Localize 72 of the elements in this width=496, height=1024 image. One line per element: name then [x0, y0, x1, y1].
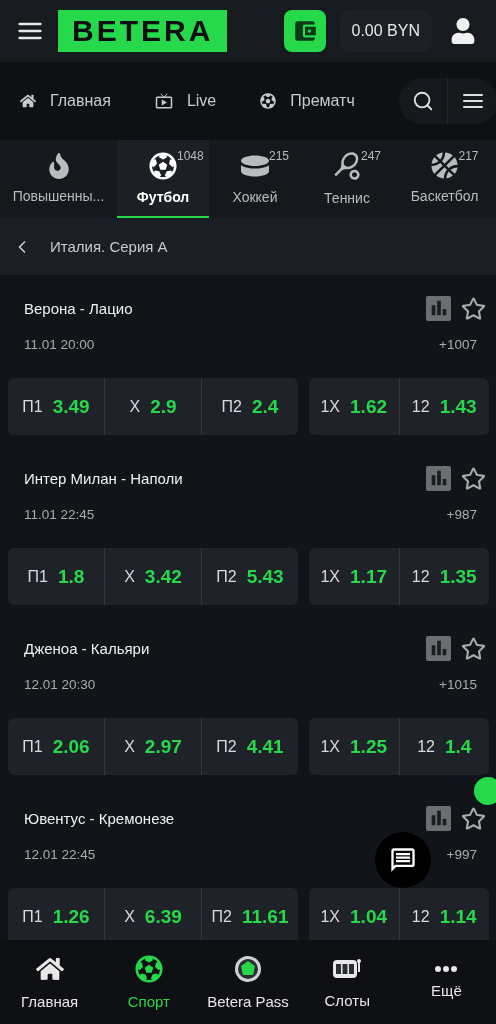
markets-count[interactable]: +1007 [439, 337, 477, 352]
nav-link[interactable]: Live [154, 92, 217, 110]
floating-button[interactable] [474, 777, 496, 805]
match-time: 11.01 22:45 [24, 507, 95, 522]
search-icon [411, 90, 434, 112]
star-button[interactable] [461, 465, 486, 491]
odds-button[interactable]: П2 5.43 [201, 548, 298, 605]
star-icon [461, 465, 486, 491]
tv-icon [154, 92, 173, 110]
odds-button[interactable]: X 2.97 [104, 718, 201, 775]
match-title[interactable]: Интер Милан - Наполи [24, 469, 183, 487]
home-icon [20, 93, 36, 109]
odds-button[interactable]: 1X 1.62 [309, 378, 399, 435]
match-time: 12.01 20:30 [24, 677, 96, 692]
statistics-button[interactable] [426, 465, 451, 491]
event-count: 215 [269, 149, 290, 163]
odds-button[interactable]: X 2.9 [104, 378, 201, 435]
user-icon [450, 18, 476, 44]
balance[interactable]: 0.00 BYN [339, 10, 432, 52]
bottom-nav-item[interactable]: Спорт [99, 954, 199, 1010]
sport-tab[interactable]: 217 Баскетбол [393, 140, 496, 218]
gem-icon [234, 954, 262, 983]
bottom-nav-item[interactable]: Ещё [396, 965, 496, 999]
chat-icon [389, 846, 417, 874]
match-title[interactable]: Дженоа - Кальяри [24, 639, 150, 657]
sport-tab[interactable]: 215 Хоккей [209, 140, 301, 218]
sport-tab[interactable]: Повышенны... [0, 140, 117, 218]
odds-button[interactable]: 12 1.4 [398, 718, 489, 775]
event-count: 1048 [177, 149, 204, 163]
odds-button[interactable]: П2 4.41 [201, 718, 298, 775]
odds-button[interactable]: 12 1.35 [398, 548, 489, 605]
odds-button[interactable]: X 3.42 [104, 548, 201, 605]
chat-button[interactable] [375, 832, 431, 888]
star-button[interactable] [461, 295, 486, 321]
odds-button[interactable]: 1X 1.17 [309, 548, 399, 605]
logo[interactable]: BETERA [58, 10, 228, 52]
odds-button[interactable]: П1 3.49 [8, 378, 104, 435]
star-icon [461, 635, 486, 661]
bottom-nav-item[interactable]: Главная [0, 954, 100, 1010]
bottom-nav-item[interactable]: Betera Pass [198, 954, 298, 1010]
match-title[interactable]: Верона - Лацио [24, 299, 133, 317]
wallet-button[interactable] [283, 10, 326, 52]
match-time: 12.01 22:45 [24, 847, 96, 862]
basketball-icon [431, 152, 458, 179]
nav-link[interactable]: Прематч [260, 92, 355, 110]
odds-button[interactable]: 12 1.43 [398, 378, 489, 435]
odds-button[interactable]: П2 2.4 [201, 378, 298, 435]
markets-count[interactable]: +987 [446, 507, 477, 522]
nav-link[interactable]: Главная [20, 92, 111, 110]
star-button[interactable] [461, 805, 486, 831]
statistics-button[interactable] [426, 805, 451, 831]
markets-count[interactable]: +997 [446, 847, 477, 862]
more-icon [435, 965, 458, 972]
statistics-button[interactable] [426, 635, 451, 661]
odds-button[interactable]: П1 2.06 [8, 718, 104, 775]
star-button[interactable] [461, 635, 486, 661]
event-count: 217 [458, 149, 479, 163]
odds-button[interactable]: П1 1.26 [8, 888, 104, 940]
star-icon [461, 805, 486, 831]
bottom-nav-item[interactable]: Слоты [297, 955, 397, 1009]
match-time: 11.01 20:00 [24, 337, 95, 352]
odds-button[interactable]: П1 1.8 [8, 548, 104, 605]
statistics-button[interactable] [426, 295, 451, 321]
league-title: Италия. Серия A [50, 238, 168, 255]
markets-count[interactable]: +1015 [439, 677, 477, 692]
match-title[interactable]: Ювентус - Кремонезе [24, 809, 175, 827]
sport-tab[interactable]: 247 Теннис [301, 140, 393, 218]
odds-button[interactable]: 1X 1.25 [309, 718, 399, 775]
event-count: 247 [361, 149, 382, 163]
sport-tab[interactable]: 1048 Футбол [117, 140, 209, 218]
odds-button[interactable]: 1X 1.04 [309, 888, 399, 940]
star-icon [461, 295, 486, 321]
